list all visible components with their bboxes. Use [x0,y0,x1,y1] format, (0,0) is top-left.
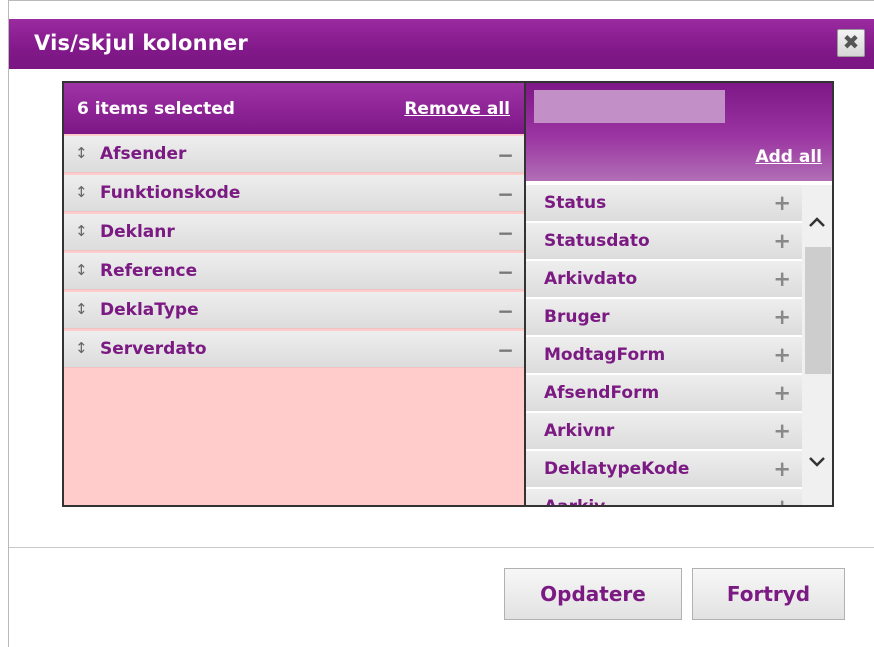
drag-handle-icon[interactable]: ↕ [75,339,88,357]
selected-columns-header: 6 items selected Remove all [64,83,524,134]
available-item-label: ModtagForm [544,345,666,365]
available-columns-pane: Add all Status + Statusdato + Arkivdato … [526,83,832,505]
update-button[interactable]: Opdatere [504,568,682,620]
available-item-label: Arkivnr [544,421,615,441]
add-icon[interactable]: + [773,305,791,329]
drag-handle-icon[interactable]: ↕ [75,144,88,162]
remove-all-link[interactable]: Remove all [404,99,510,119]
selected-columns-pane: 6 items selected Remove all ↕ Afsender −… [64,83,526,505]
drag-handle-icon[interactable]: ↕ [75,300,88,318]
add-all-link[interactable]: Add all [755,147,822,167]
available-columns-header: Add all [526,83,832,181]
close-button[interactable]: ✖ [837,29,865,57]
add-icon[interactable]: + [773,191,791,215]
scroll-up-icon[interactable] [802,213,832,239]
close-icon: ✖ [842,30,860,54]
footer-divider [9,547,874,548]
remove-icon[interactable]: − [497,221,514,245]
scroll-down-icon[interactable] [802,453,832,479]
remove-icon[interactable]: − [497,299,514,323]
selected-item-deklatype[interactable]: ↕ DeklaType − [64,292,524,329]
selected-item-label: Funktionskode [100,183,241,203]
available-item-arkivdato[interactable]: Arkivdato + [526,261,802,297]
remove-icon[interactable]: − [497,260,514,284]
selected-item-label: Reference [100,261,198,281]
available-item-label: Aarkiv [544,497,605,505]
column-chooser-dialog: Vis/skjul kolonner ✖ 6 items selected Re… [8,0,874,647]
scrollbar-thumb[interactable] [805,247,831,374]
remove-icon[interactable]: − [497,143,514,167]
selected-columns-list: ↕ Afsender − ↕ Funktionskode − ↕ Deklanr… [64,136,524,370]
add-icon[interactable]: + [773,457,791,481]
available-item-label: Arkivdato [544,269,638,289]
selected-item-serverdato[interactable]: ↕ Serverdato − [64,331,524,368]
drag-handle-icon[interactable]: ↕ [75,261,88,279]
add-icon[interactable]: + [773,381,791,405]
selected-item-label: Deklanr [100,222,175,242]
remove-icon[interactable]: − [497,182,514,206]
available-columns-list: Status + Statusdato + Arkivdato + Bruger… [526,185,802,505]
available-item-bruger[interactable]: Bruger + [526,299,802,335]
available-item-label: AfsendForm [544,383,660,403]
available-item-aarkiv[interactable]: Aarkiv + [526,489,802,505]
available-item-afsendform[interactable]: AfsendForm + [526,375,802,411]
drag-handle-icon[interactable]: ↕ [75,222,88,240]
available-item-statusdato[interactable]: Statusdato + [526,223,802,259]
selected-item-deklanr[interactable]: ↕ Deklanr − [64,214,524,251]
available-item-deklatypekode[interactable]: DeklatypeKode + [526,451,802,487]
selected-item-funktionskode[interactable]: ↕ Funktionskode − [64,175,524,212]
drag-handle-icon[interactable]: ↕ [75,183,88,201]
selected-item-afsender[interactable]: ↕ Afsender − [64,136,524,173]
add-icon[interactable]: + [773,343,791,367]
selected-item-reference[interactable]: ↕ Reference − [64,253,524,290]
available-item-status[interactable]: Status + [526,185,802,221]
add-icon[interactable]: + [773,267,791,291]
dialog-title: Vis/skjul kolonner [34,31,248,55]
selected-item-label: Afsender [100,144,187,164]
available-item-label: Bruger [544,307,610,327]
available-item-modtagform[interactable]: ModtagForm + [526,337,802,373]
cancel-button[interactable]: Fortryd [692,568,845,620]
add-icon[interactable]: + [773,495,791,505]
available-item-label: Status [544,193,607,213]
add-icon[interactable]: + [773,419,791,443]
add-icon[interactable]: + [773,229,791,253]
column-picker: 6 items selected Remove all ↕ Afsender −… [62,81,834,507]
selected-count: 6 items selected [77,99,235,119]
column-search-input[interactable] [534,90,725,123]
available-item-arkivnr[interactable]: Arkivnr + [526,413,802,449]
dialog-titlebar: Vis/skjul kolonner ✖ [9,19,874,69]
selected-item-label: DeklaType [100,300,199,320]
selected-item-label: Serverdato [100,339,207,359]
available-list-scrollbar[interactable] [802,185,832,505]
remove-icon[interactable]: − [497,338,514,362]
available-item-label: Statusdato [544,231,650,251]
available-item-label: DeklatypeKode [544,459,690,479]
